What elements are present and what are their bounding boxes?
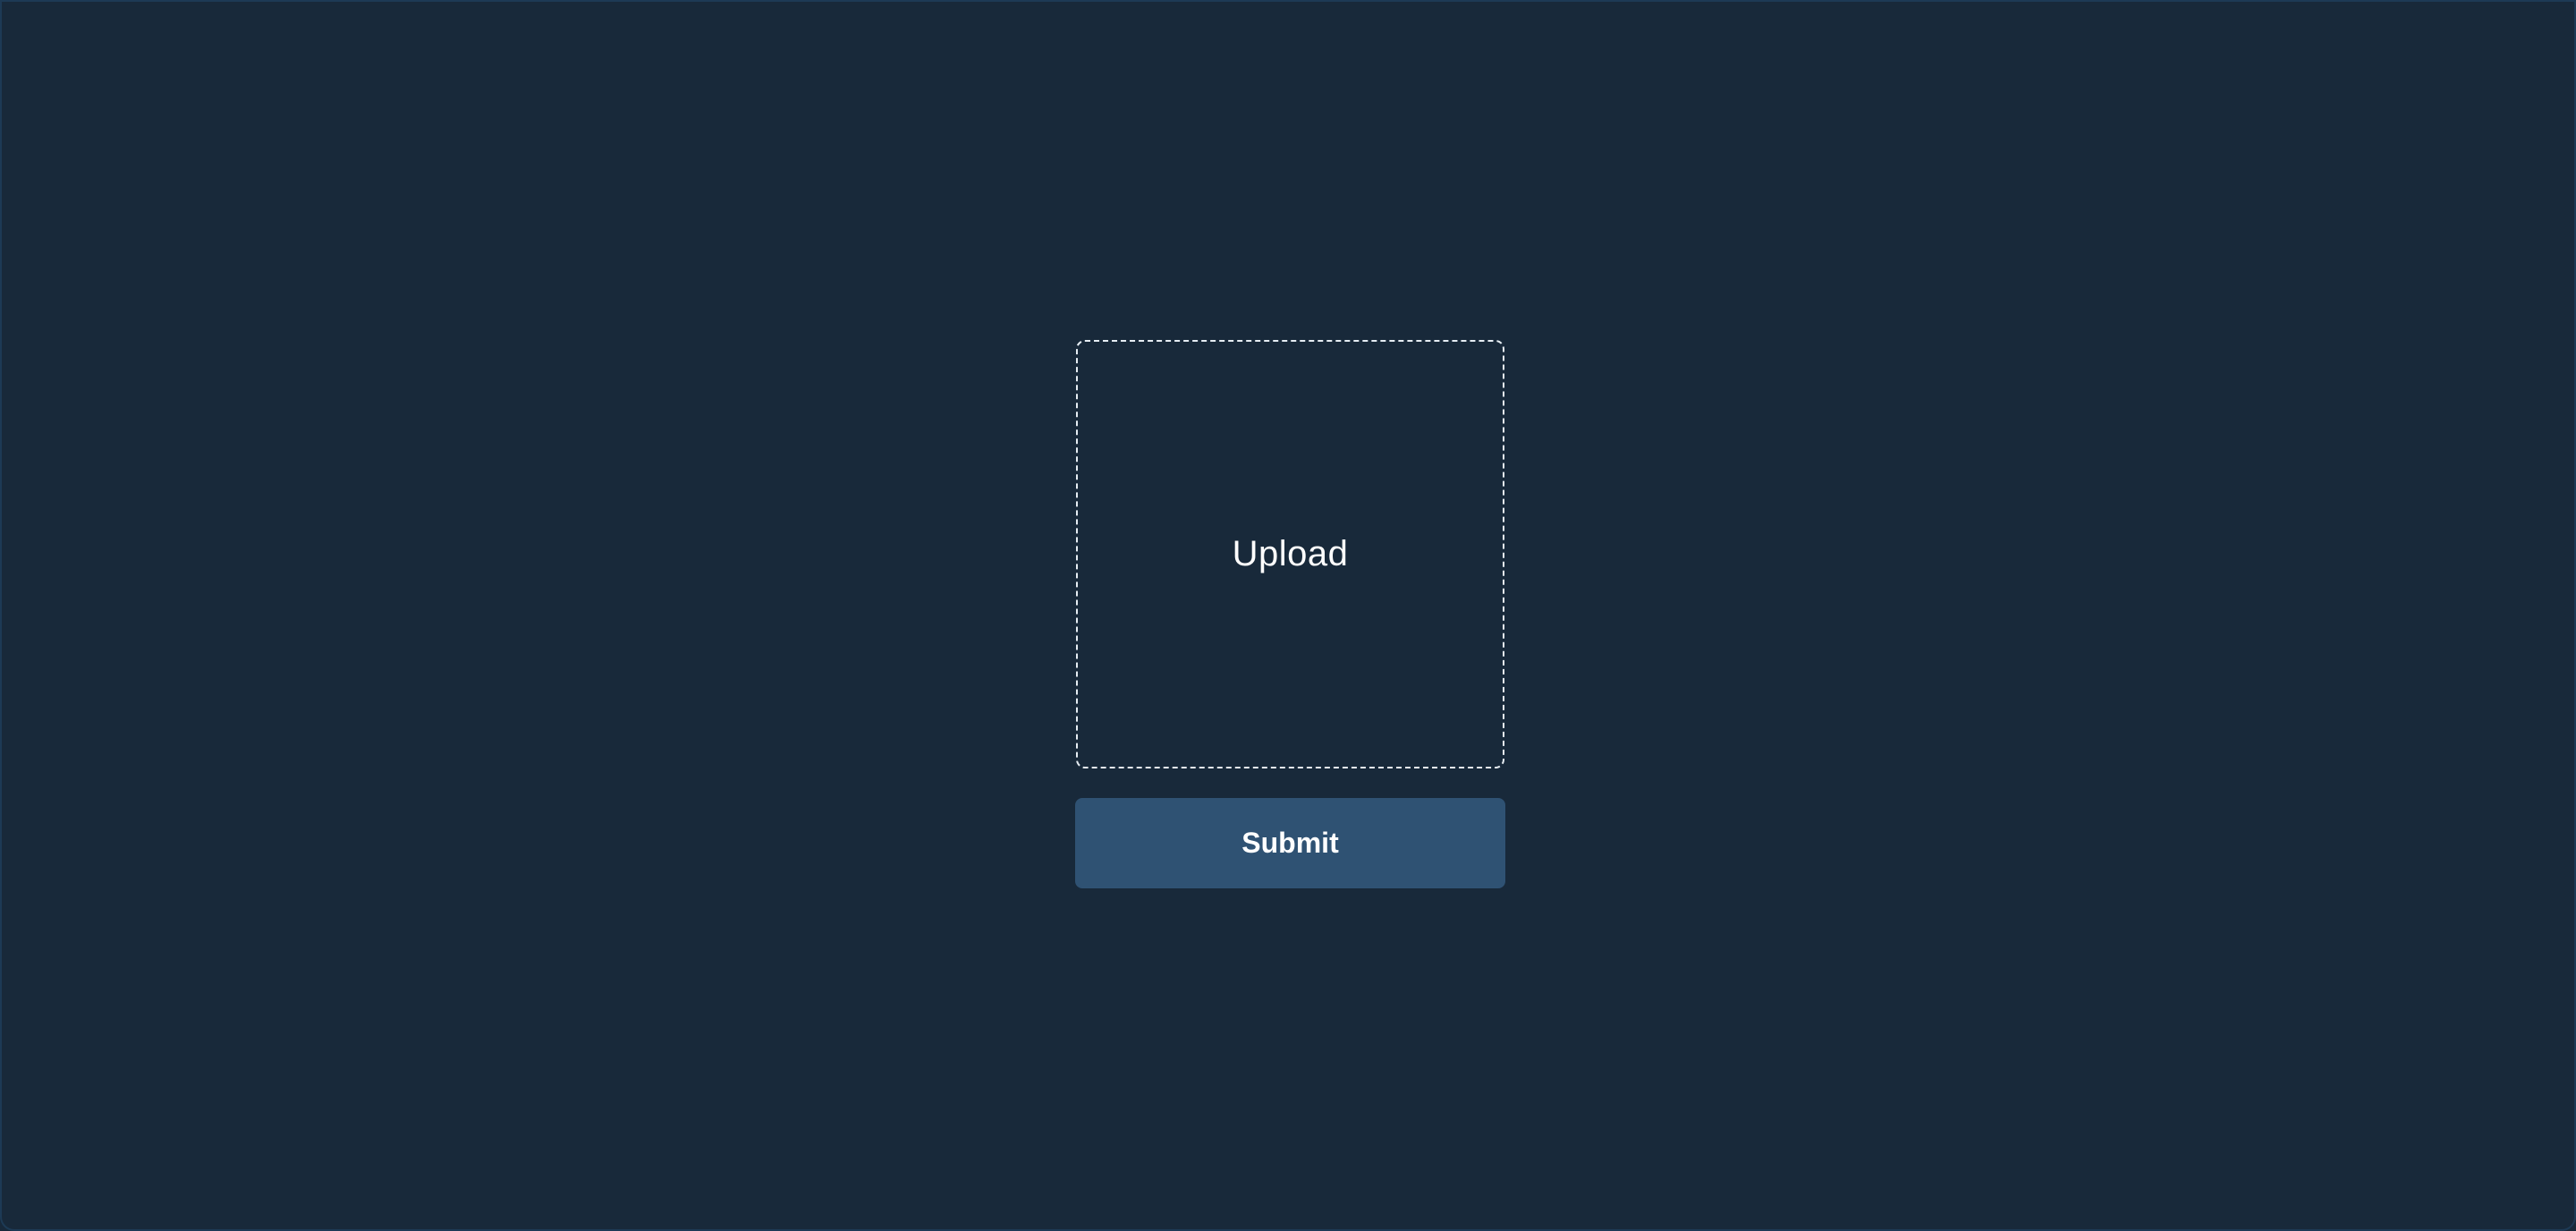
- submit-button[interactable]: Submit: [1075, 798, 1505, 888]
- upload-label: Upload: [1232, 534, 1349, 573]
- app-window: Upload Submit: [0, 0, 2576, 1231]
- upload-dropzone[interactable]: Upload: [1076, 340, 1504, 768]
